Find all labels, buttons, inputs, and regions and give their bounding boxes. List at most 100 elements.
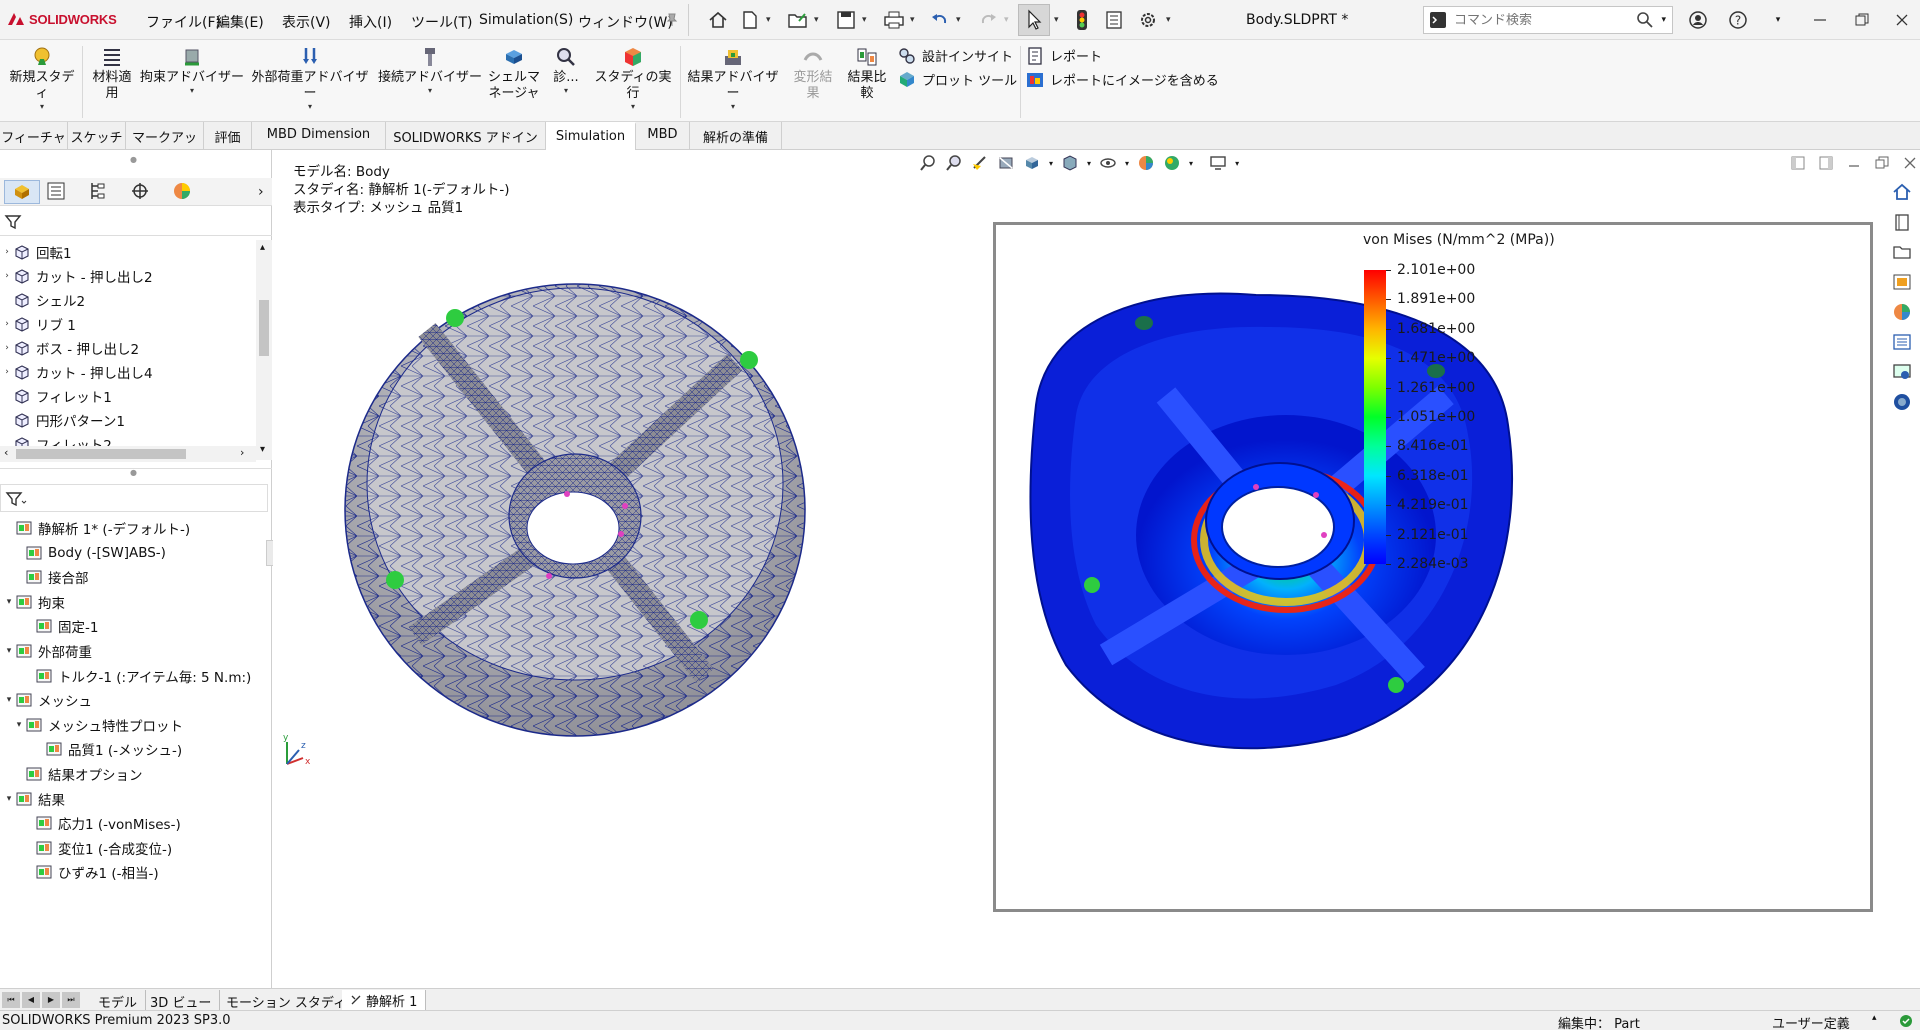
feature-tree-item[interactable]: 円形パターン1 bbox=[2, 408, 125, 432]
study-tree-item[interactable]: 変位1 (-合成変位-) bbox=[24, 836, 172, 860]
scroll-up-icon[interactable]: ▴ bbox=[260, 242, 265, 253]
zoom-to-area-icon[interactable] bbox=[945, 154, 963, 172]
solidworks-forum-icon[interactable] bbox=[1887, 358, 1917, 386]
print-caret-icon[interactable]: ▾ bbox=[910, 15, 915, 25]
study-tree-item[interactable]: 静解析 1* (-デフォルト-) bbox=[4, 516, 190, 540]
open-caret-icon[interactable]: ▾ bbox=[814, 15, 819, 25]
scroll-right-icon[interactable]: › bbox=[240, 446, 244, 459]
bottom-tab-3d-view[interactable]: 3D ビュー bbox=[142, 990, 221, 1011]
study-tree-item[interactable]: ▾ 拘束 bbox=[4, 590, 65, 614]
study-tree-item[interactable]: 結果オプション bbox=[14, 762, 143, 786]
3dexperience-icon[interactable] bbox=[1887, 388, 1917, 416]
study-tree-item[interactable]: ひずみ1 (-相当-) bbox=[24, 860, 159, 884]
save-caret-icon[interactable]: ▾ bbox=[862, 15, 867, 25]
tab-mbd[interactable]: MBD bbox=[636, 122, 690, 150]
study-tree-item[interactable]: Body (-[SW]ABS-) bbox=[14, 541, 166, 565]
expand-icon[interactable]: ▾ bbox=[4, 794, 14, 804]
minimize-window-icon[interactable] bbox=[1806, 8, 1834, 32]
new-caret-icon[interactable]: ▾ bbox=[766, 15, 771, 25]
tab-evaluate[interactable]: 評価 bbox=[204, 122, 252, 150]
feature-filter-bar[interactable] bbox=[0, 208, 272, 236]
stress-result-model[interactable] bbox=[1016, 265, 1528, 765]
scroll-thumb[interactable] bbox=[259, 300, 269, 356]
save-icon[interactable] bbox=[834, 8, 858, 32]
viewport-close-icon[interactable] bbox=[1903, 156, 1917, 170]
expand-icon[interactable]: ▾ bbox=[4, 695, 14, 705]
file-properties-icon[interactable] bbox=[1102, 8, 1126, 32]
study-tree-item[interactable]: ▾ 結果 bbox=[4, 787, 65, 811]
pin-icon[interactable] bbox=[660, 8, 684, 32]
property-manager-tab[interactable] bbox=[46, 181, 66, 201]
undo-icon[interactable] bbox=[928, 8, 952, 32]
study-tree-item[interactable]: 品質1 (-メッシュ-) bbox=[34, 737, 182, 761]
expand-icon[interactable]: › bbox=[2, 367, 12, 377]
menu-insert[interactable]: 挿入(I) bbox=[349, 12, 392, 32]
home-icon[interactable] bbox=[706, 8, 730, 32]
tab-mbd-dimension[interactable]: MBD Dimension bbox=[252, 122, 386, 150]
options-gear-icon[interactable] bbox=[1136, 8, 1160, 32]
solidworks-logo[interactable]: SOLIDWORKS bbox=[6, 11, 117, 27]
expand-icon[interactable]: › bbox=[2, 271, 12, 281]
apply-material-button[interactable]: 材料適用 bbox=[86, 44, 138, 102]
search-caret-icon[interactable]: ▾ bbox=[1661, 15, 1666, 25]
hide-show-items-icon[interactable] bbox=[1099, 154, 1117, 172]
expand-icon[interactable]: › bbox=[2, 247, 12, 257]
undo-caret-icon[interactable]: ▾ bbox=[956, 15, 961, 25]
apply-scene-caret-icon[interactable]: ▾ bbox=[1189, 159, 1193, 172]
compare-results-button[interactable]: 結果比較 bbox=[842, 44, 892, 102]
feature-tree-item[interactable]: › カット - 押し出し4 bbox=[2, 360, 153, 384]
diagnostics-button[interactable]: 診... ▾ bbox=[548, 44, 584, 96]
expand-icon[interactable]: › bbox=[2, 343, 12, 353]
menu-window[interactable]: ウィンドウ(W) bbox=[578, 12, 673, 32]
design-insight-button[interactable]: 設計インサイト bbox=[898, 46, 1013, 65]
tab-sketch[interactable]: スケッチ bbox=[68, 122, 126, 150]
command-search[interactable]: ▾ bbox=[1423, 6, 1673, 34]
task-pane-home-icon[interactable] bbox=[1887, 178, 1917, 206]
help-icon[interactable]: ? bbox=[1724, 8, 1752, 32]
feature-tree-item[interactable]: › ボス - 押し出し2 bbox=[2, 336, 139, 360]
tree-splitter[interactable]: ● bbox=[0, 468, 272, 478]
expand-icon[interactable]: ▾ bbox=[14, 720, 24, 730]
deformed-result-button[interactable]: 変形結果 bbox=[786, 44, 840, 102]
zoom-to-fit-icon[interactable] bbox=[919, 154, 937, 172]
mesh-model-view[interactable] bbox=[335, 266, 815, 786]
new-study-button[interactable]: 新規スタディ ▾ bbox=[6, 44, 78, 112]
apply-scene-icon[interactable] bbox=[1163, 154, 1181, 172]
previous-view-icon[interactable] bbox=[971, 154, 989, 172]
viewport-panel-right-icon[interactable] bbox=[1819, 156, 1833, 170]
viewport-panel-left-icon[interactable] bbox=[1791, 156, 1805, 170]
tab-next-icon[interactable]: ▶ bbox=[42, 992, 60, 1008]
design-library-icon[interactable] bbox=[1887, 208, 1917, 236]
file-explorer-icon[interactable] bbox=[1887, 238, 1917, 266]
feature-tree-item[interactable]: › 回転1 bbox=[2, 240, 72, 264]
study-tree-item[interactable]: ▾ メッシュ bbox=[4, 688, 92, 712]
include-image-in-report-button[interactable]: レポートにイメージを含める bbox=[1026, 70, 1219, 89]
report-button[interactable]: レポート bbox=[1026, 46, 1102, 65]
run-study-button[interactable]: スタディの実行 ▾ bbox=[590, 44, 676, 112]
feature-tree-hscrollbar[interactable]: ‹ › bbox=[0, 446, 256, 462]
view-settings-caret-icon[interactable]: ▾ bbox=[1235, 159, 1239, 172]
study-tree-item[interactable]: トルク-1 (:アイテム毎: 5 N.m:) bbox=[24, 664, 251, 688]
feature-tree-scrollbar[interactable]: ▴ ▾ bbox=[256, 240, 272, 460]
view-palette-icon[interactable] bbox=[1887, 268, 1917, 296]
print-icon[interactable] bbox=[882, 8, 906, 32]
select-caret-icon[interactable]: ▾ bbox=[1054, 15, 1059, 25]
feature-tree-item[interactable]: シェル2 bbox=[2, 288, 85, 312]
menu-tools[interactable]: ツール(T) bbox=[411, 12, 472, 32]
custom-properties-icon[interactable] bbox=[1887, 328, 1917, 356]
connections-advisor-button[interactable]: 接続アドバイザー ▾ bbox=[378, 44, 482, 96]
fixtures-advisor-button[interactable]: 拘束アドバイザー ▾ bbox=[140, 44, 244, 96]
feature-tree-item[interactable]: › カット - 押し出し2 bbox=[2, 264, 153, 288]
tab-solidworks-addins[interactable]: SOLIDWORKS アドイン bbox=[386, 122, 546, 150]
status-resize-icon[interactable] bbox=[1898, 1013, 1914, 1029]
external-loads-advisor-button[interactable]: 外部荷重アドバイザー ▾ bbox=[246, 44, 374, 112]
menu-file[interactable]: ファイル(F) bbox=[146, 12, 221, 32]
new-document-icon[interactable] bbox=[738, 8, 762, 32]
redo-icon[interactable] bbox=[976, 8, 1000, 32]
section-view-icon[interactable] bbox=[997, 154, 1015, 172]
tab-prev-icon[interactable]: ◀ bbox=[22, 992, 40, 1008]
help-caret-icon[interactable]: ▾ bbox=[1764, 8, 1792, 32]
study-filter-bar[interactable] bbox=[0, 484, 268, 512]
select-tool-button[interactable] bbox=[1018, 4, 1050, 36]
redo-caret-icon[interactable]: ▾ bbox=[1004, 15, 1009, 25]
